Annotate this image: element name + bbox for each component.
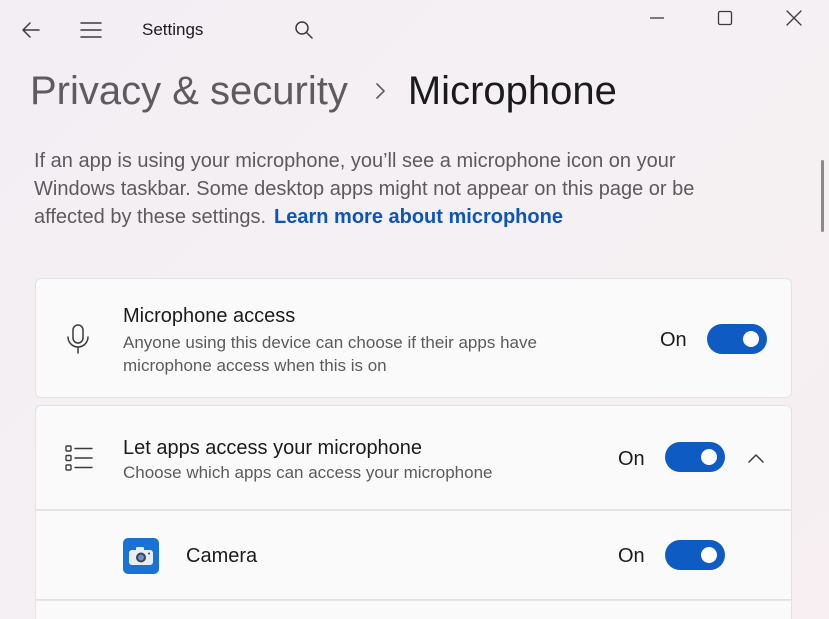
collapse-button[interactable]	[736, 438, 776, 478]
back-button[interactable]	[11, 10, 51, 50]
menu-button[interactable]	[71, 10, 111, 50]
microphone-access-toggle[interactable]	[707, 324, 767, 354]
microphone-access-card: Microphone access Anyone using this devi…	[35, 278, 792, 398]
learn-more-link[interactable]: Learn more about microphone	[274, 206, 563, 228]
breadcrumb-parent-privacy-security[interactable]: Privacy & security	[30, 69, 348, 114]
hamburger-menu-icon	[80, 22, 102, 38]
minimize-button[interactable]	[623, 0, 691, 36]
scrollbar-thumb[interactable]	[821, 160, 824, 232]
toggle-state-label: On	[618, 545, 645, 567]
breadcrumb: Privacy & security Microphone	[30, 66, 617, 116]
list-bullets-icon	[64, 444, 94, 472]
search-icon	[295, 21, 313, 39]
app-title: Settings	[142, 20, 204, 39]
app-name: Camera	[186, 545, 258, 567]
title-bar: Settings	[0, 0, 829, 60]
maximize-button[interactable]	[691, 0, 759, 36]
setting-title: Let apps access your microphone	[123, 437, 423, 459]
chevron-up-icon	[748, 454, 764, 463]
app-row-camera: Camera On	[35, 510, 792, 600]
toggle-knob	[701, 449, 717, 465]
setting-title: Microphone access	[123, 305, 296, 327]
camera-app-icon	[123, 538, 159, 574]
setting-subtitle: Anyone using this device can choose if t…	[123, 333, 537, 375]
toggle-state-label: On	[660, 329, 687, 351]
toggle-knob	[743, 331, 759, 347]
let-apps-access-card[interactable]: Let apps access your microphone Choose w…	[35, 405, 792, 510]
let-apps-access-toggle[interactable]	[665, 442, 725, 472]
toggle-state-label: On	[618, 448, 645, 470]
chevron-right-icon	[376, 83, 385, 99]
camera-toggle[interactable]	[665, 540, 725, 570]
setting-subtitle: Choose which apps can access your microp…	[123, 463, 493, 482]
maximize-icon	[717, 10, 733, 26]
search-button[interactable]	[284, 10, 324, 50]
back-arrow-icon	[22, 22, 40, 38]
breadcrumb-separator	[374, 82, 386, 100]
app-row-partial	[35, 600, 792, 619]
minimize-icon	[650, 17, 664, 19]
page-description: If an app is using your microphone, you’…	[34, 147, 754, 231]
page-title: Microphone	[407, 68, 617, 113]
close-icon	[786, 10, 802, 26]
close-button[interactable]	[760, 0, 828, 36]
microphone-icon	[64, 322, 92, 356]
toggle-knob	[701, 547, 717, 563]
